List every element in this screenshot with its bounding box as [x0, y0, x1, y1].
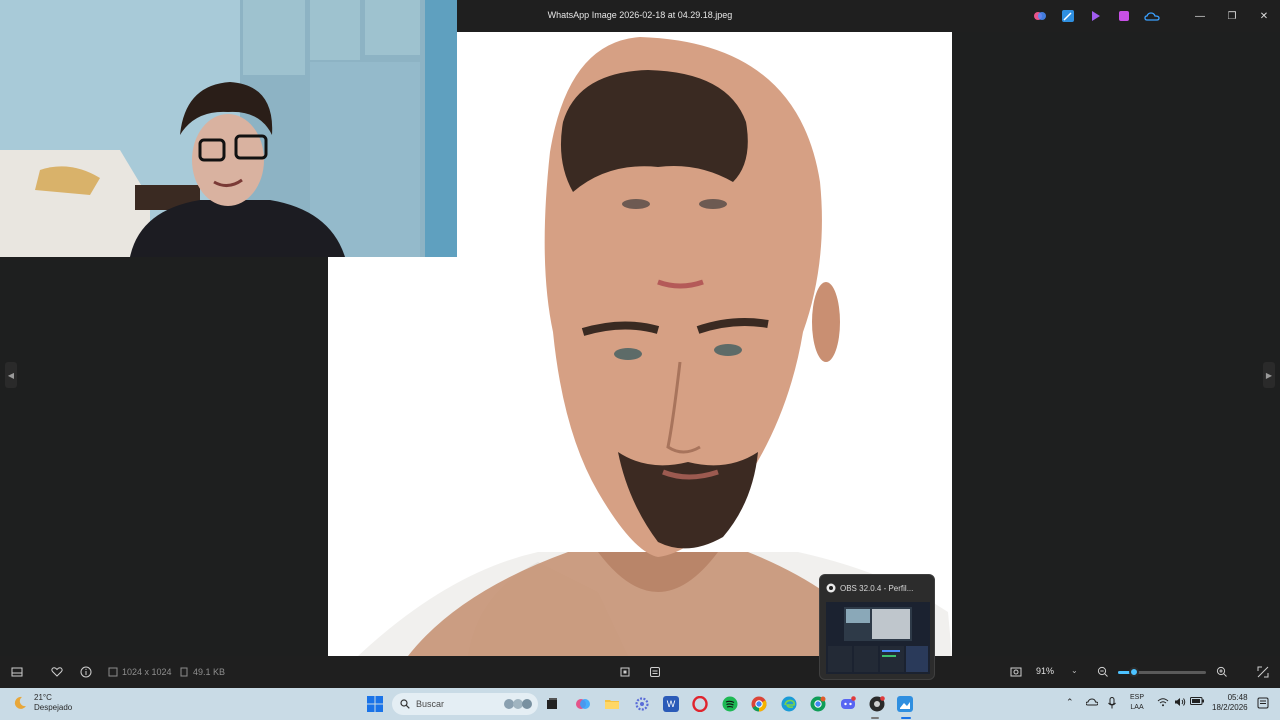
- zoom-out-icon[interactable]: [1095, 664, 1111, 680]
- moon-icon: [14, 696, 26, 709]
- wifi-icon[interactable]: [1157, 697, 1169, 709]
- discord-icon[interactable]: [840, 696, 856, 712]
- weather-temperature: 21°C: [34, 693, 52, 702]
- volume-icon[interactable]: [1174, 697, 1186, 709]
- previous-image-button[interactable]: ◀: [5, 362, 17, 388]
- restore-button[interactable]: ❐: [1216, 0, 1248, 32]
- favorite-heart-icon[interactable]: [49, 664, 65, 680]
- image-dimensions: 1024 x 1024: [108, 667, 172, 677]
- chrome-profile-icon[interactable]: [810, 696, 826, 712]
- webcam-overlay: [0, 0, 457, 257]
- windows-logo-icon: [367, 696, 383, 712]
- close-button[interactable]: ✕: [1248, 0, 1280, 32]
- zoom-dropdown-chevron-icon[interactable]: ⌄: [1071, 666, 1078, 675]
- search-placeholder: Buscar: [416, 699, 445, 709]
- copilot-icon[interactable]: [1032, 8, 1048, 24]
- dimensions-text: 1024 x 1024: [122, 667, 172, 677]
- weather-widget[interactable]: 21°C Despejado: [12, 693, 72, 713]
- search-icon: [400, 699, 410, 709]
- designer-icon[interactable]: [1116, 8, 1132, 24]
- window-title: WhatsApp Image 2026-02-18 at 04.29.18.jp…: [547, 10, 733, 20]
- edge-icon[interactable]: [781, 696, 797, 712]
- clipchamp-icon[interactable]: [1088, 8, 1104, 24]
- start-button[interactable]: [367, 696, 383, 712]
- zoom-slider[interactable]: [1118, 667, 1206, 677]
- crop-icon[interactable]: [617, 664, 633, 680]
- taskbar-search[interactable]: Buscar: [392, 693, 538, 715]
- system-clock[interactable]: 05:48 18/2/2026: [1212, 693, 1248, 713]
- next-image-button[interactable]: ▶: [1263, 362, 1275, 388]
- settings-gear-icon[interactable]: [634, 696, 650, 712]
- obs-window-preview[interactable]: OBS 32.0.4 - Perfil...: [819, 574, 935, 680]
- copilot-app-icon[interactable]: [575, 696, 591, 712]
- file-size-text: 49.1 KB: [193, 667, 226, 677]
- obs-icon: [826, 583, 836, 593]
- clock-date: 18/2/2026: [1212, 703, 1248, 712]
- photos-edit-icon[interactable]: [1060, 8, 1076, 24]
- zoom-in-icon[interactable]: [1214, 664, 1230, 680]
- word-icon[interactable]: W: [663, 696, 679, 712]
- file-explorer-icon[interactable]: [604, 696, 620, 712]
- minimize-button[interactable]: —: [1184, 0, 1216, 32]
- spotify-icon[interactable]: [722, 696, 738, 712]
- opera-icon[interactable]: [692, 696, 708, 712]
- obs-running-indicator: [871, 717, 879, 719]
- webcam-illustration: [0, 0, 457, 257]
- obs-preview-header: OBS 32.0.4 - Perfil...: [826, 583, 913, 593]
- title-bar-apps: [1032, 8, 1160, 24]
- fit-to-window-icon[interactable]: [1008, 664, 1024, 680]
- obs-preview-image: [826, 602, 930, 674]
- battery-icon[interactable]: [1190, 697, 1204, 707]
- edit-image-icon[interactable]: [647, 664, 663, 680]
- windows-taskbar: 21°C Despejado Buscar W ⌃ ESP LAA 05:48 …: [0, 688, 1280, 720]
- onedrive-icon[interactable]: [1144, 8, 1160, 24]
- viewer-toolbar: 1024 x 1024 49.1 KB 91% ⌄: [0, 656, 1280, 688]
- onedrive-tray-icon[interactable]: [1085, 697, 1099, 709]
- search-highlight-icon: [504, 699, 532, 709]
- fullscreen-icon[interactable]: [1255, 664, 1271, 680]
- photos-active-indicator: [901, 717, 911, 719]
- language-code: ESP: [1130, 694, 1145, 701]
- obs-preview-title: OBS 32.0.4 - Perfil...: [840, 583, 914, 593]
- dimensions-icon: [108, 667, 118, 677]
- show-hidden-icons-chevron-icon[interactable]: ⌃: [1066, 697, 1074, 708]
- clock-time: 05:48: [1227, 693, 1248, 702]
- file-size-icon: [180, 667, 188, 677]
- window-controls: — ❐ ✕: [1184, 0, 1280, 32]
- file-size: 49.1 KB: [179, 667, 225, 677]
- zoom-percentage[interactable]: 91%: [1036, 666, 1054, 676]
- task-view-icon[interactable]: [544, 696, 560, 712]
- file-info-icon[interactable]: [78, 664, 94, 680]
- photos-app-icon[interactable]: [897, 696, 913, 712]
- obs-taskbar-icon[interactable]: [869, 696, 885, 712]
- keyboard-layout: LAA: [1130, 704, 1144, 711]
- filmstrip-icon[interactable]: [9, 664, 25, 680]
- microphone-icon[interactable]: [1108, 697, 1116, 711]
- weather-description: Despejado: [34, 703, 73, 712]
- zoom-slider-thumb[interactable]: [1128, 667, 1139, 677]
- input-language[interactable]: ESP LAA: [1130, 693, 1144, 713]
- chrome-icon[interactable]: [751, 696, 767, 712]
- notifications-icon[interactable]: [1257, 697, 1269, 711]
